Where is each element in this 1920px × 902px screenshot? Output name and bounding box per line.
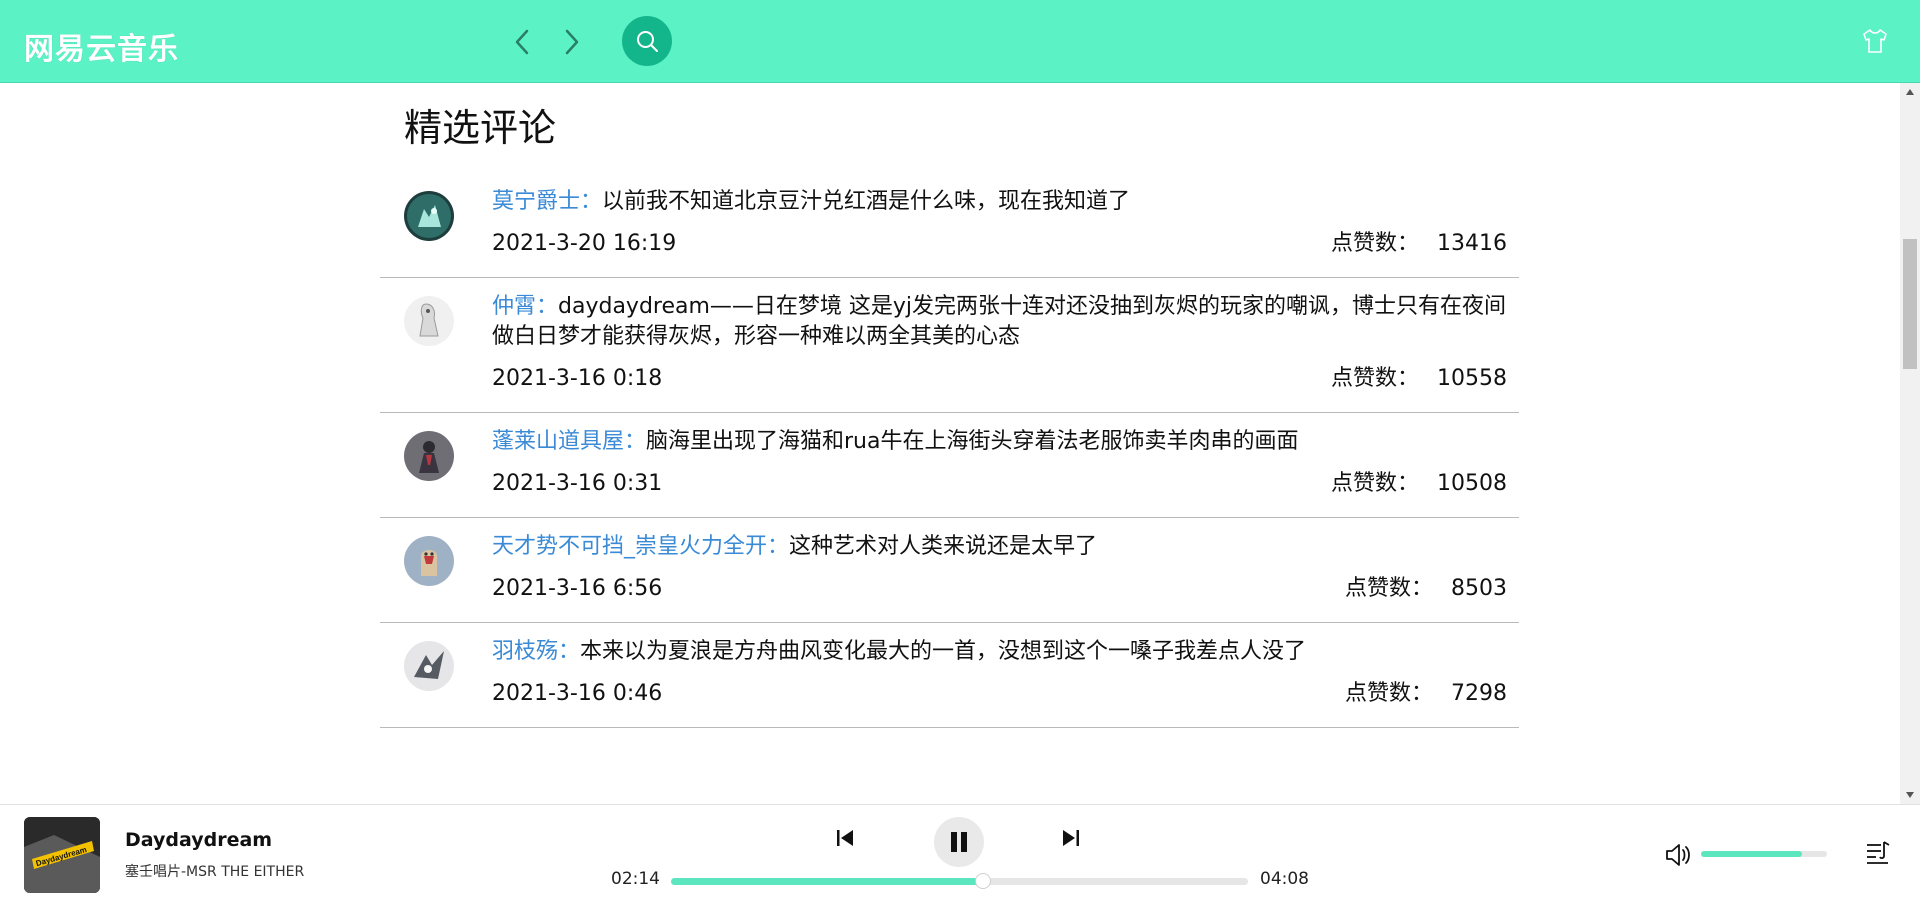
comment-date: 2021-3-16 0:46: [492, 681, 663, 706]
avatar[interactable]: [404, 536, 454, 586]
comment-list: 莫宁爵士：以前我不知道北京豆汁兑红酒是什么味，现在我知道了 2021-3-20 …: [380, 173, 1519, 728]
likes-label: 点赞数：: [1344, 681, 1433, 706]
likes-count: 8503: [1451, 576, 1507, 601]
comment-likes: 点赞数： 10508: [1331, 469, 1507, 499]
comment-text: 仲霄：daydaydream——日在梦境 这是yj发完两张十连对还没抽到灰烬的玩…: [492, 292, 1507, 352]
progress-handle[interactable]: [974, 873, 991, 889]
volume-icon: [1666, 844, 1690, 866]
comment-text: 羽枝殇：本来以为夏浪是方舟曲风变化最大的一首，没想到这个一嗓子我差点人没了: [492, 637, 1507, 667]
chevron-right-icon: [565, 29, 579, 55]
comment-date: 2021-3-16 0:18: [492, 366, 663, 391]
progress-fill: [671, 878, 983, 885]
volume-slider[interactable]: [1701, 851, 1827, 857]
avatar[interactable]: [404, 641, 454, 691]
playlist-button[interactable]: [1864, 839, 1892, 867]
comment-item: 莫宁爵士：以前我不知道北京豆汁兑红酒是什么味，现在我知道了 2021-3-20 …: [380, 173, 1519, 278]
avatar[interactable]: [404, 191, 454, 241]
comment-item: 羽枝殇：本来以为夏浪是方舟曲风变化最大的一首，没想到这个一嗓子我差点人没了 20…: [380, 623, 1519, 728]
comment-meta: 2021-3-16 6:56 点赞数： 8503: [492, 574, 1507, 622]
song-artist: 塞壬唱片-MSR THE EITHER: [125, 864, 305, 880]
comment-content: daydaydream——日在梦境 这是yj发完两张十连对还没抽到灰烬的玩家的嘲…: [492, 294, 1507, 349]
total-time: 04:08: [1260, 869, 1309, 889]
vertical-scrollbar[interactable]: [1900, 83, 1920, 804]
top-header: 网易云音乐: [0, 0, 1920, 83]
comment-user[interactable]: 仲霄：: [492, 294, 558, 319]
comment-item: 仲霄：daydaydream——日在梦境 这是yj发完两张十连对还没抽到灰烬的玩…: [380, 278, 1519, 413]
comment-date: 2021-3-16 6:56: [492, 576, 663, 601]
album-art: Daydaydream: [24, 817, 100, 893]
comment-content: 本来以为夏浪是方舟曲风变化最大的一首，没想到这个一嗓子我差点人没了: [580, 639, 1307, 664]
comment-likes: 点赞数： 13416: [1331, 229, 1507, 259]
likes-count: 7298: [1451, 681, 1507, 706]
comment-user[interactable]: 羽枝殇：: [492, 639, 580, 664]
comment-user[interactable]: 天才势不可挡_崇皇火力全开：: [492, 534, 789, 559]
search-icon: [637, 31, 658, 52]
comment-content: 脑海里出现了海猫和rua牛在上海街头穿着法老服饰卖羊肉串的画面: [646, 429, 1299, 454]
comment-meta: 2021-3-16 0:46 点赞数： 7298: [492, 679, 1507, 727]
player-bar: Daydaydream Daydaydream 塞壬唱片-MSR THE EIT…: [0, 804, 1920, 902]
comment-date: 2021-3-20 16:19: [492, 231, 677, 256]
forward-button[interactable]: [560, 26, 584, 58]
likes-count: 10508: [1437, 471, 1507, 496]
progress-bar[interactable]: [671, 873, 1248, 889]
likes-label: 点赞数：: [1344, 576, 1433, 601]
comment-likes: 点赞数： 8503: [1345, 574, 1507, 604]
comment-likes: 点赞数： 7298: [1345, 679, 1507, 709]
comment-item: 天才势不可挡_崇皇火力全开：这种艺术对人类来说还是太早了 2021-3-16 6…: [380, 518, 1519, 623]
likes-count: 13416: [1437, 231, 1507, 256]
comment-user[interactable]: 莫宁爵士：: [492, 189, 602, 214]
likes-count: 10558: [1437, 366, 1507, 391]
song-title: Daydaydream: [125, 829, 273, 851]
avatar-image: [404, 536, 454, 586]
scroll-up-button[interactable]: [1900, 83, 1920, 101]
comment-meta: 2021-3-16 0:31 点赞数： 10508: [492, 469, 1507, 517]
comment-content: 这种艺术对人类来说还是太早了: [789, 534, 1098, 559]
comment-text: 莫宁爵士：以前我不知道北京豆汁兑红酒是什么味，现在我知道了: [492, 187, 1507, 217]
avatar-image: [404, 191, 454, 241]
scroll-thumb[interactable]: [1903, 239, 1917, 369]
likes-label: 点赞数：: [1330, 231, 1419, 256]
avatar[interactable]: [404, 296, 454, 346]
pause-button[interactable]: [934, 817, 984, 867]
skin-button[interactable]: [1860, 26, 1890, 56]
playlist-icon: [1867, 841, 1890, 864]
likes-label: 点赞数：: [1330, 471, 1419, 496]
back-button[interactable]: [510, 26, 534, 58]
avatar-image: [404, 641, 454, 691]
comment-meta: 2021-3-20 16:19 点赞数： 13416: [492, 229, 1507, 277]
comment-content: 以前我不知道北京豆汁兑红酒是什么味，现在我知道了: [602, 189, 1131, 214]
next-icon: [1063, 830, 1079, 846]
search-button[interactable]: [622, 16, 672, 66]
caret-up-icon: [1906, 89, 1914, 95]
caret-down-icon: [1906, 792, 1914, 798]
main-content: 精选评论 莫宁爵士：以前我不知道北京豆汁兑红酒是什么味，现在我知道了 2021-…: [0, 83, 1920, 804]
current-time: 02:14: [611, 869, 660, 889]
previous-track-button[interactable]: [830, 823, 860, 853]
skin-icon: [1863, 29, 1887, 53]
likes-label: 点赞数：: [1330, 366, 1419, 391]
comment-user[interactable]: 蓬莱山道具屋：: [492, 429, 646, 454]
volume-fill: [1701, 851, 1802, 857]
scroll-down-button[interactable]: [1900, 786, 1920, 804]
avatar-image: [404, 296, 454, 346]
comment-meta: 2021-3-16 0:18 点赞数： 10558: [492, 364, 1507, 412]
comment-text: 天才势不可挡_崇皇火力全开：这种艺术对人类来说还是太早了: [492, 532, 1507, 562]
volume-button[interactable]: [1664, 841, 1694, 869]
prev-icon: [837, 830, 853, 846]
pause-icon: [951, 832, 967, 852]
comment-item: 蓬莱山道具屋：脑海里出现了海猫和rua牛在上海街头穿着法老服饰卖羊肉串的画面 2…: [380, 413, 1519, 518]
page-title: 精选评论: [404, 106, 557, 150]
app-logo[interactable]: 网易云音乐: [24, 24, 179, 68]
comment-date: 2021-3-16 0:31: [492, 471, 663, 496]
comment-text: 蓬莱山道具屋：脑海里出现了海猫和rua牛在上海街头穿着法老服饰卖羊肉串的画面: [492, 427, 1507, 457]
comment-likes: 点赞数： 10558: [1331, 364, 1507, 394]
avatar-image: [404, 431, 454, 481]
album-cover[interactable]: Daydaydream: [24, 817, 100, 893]
avatar[interactable]: [404, 431, 454, 481]
next-track-button[interactable]: [1056, 823, 1086, 853]
chevron-left-icon: [515, 29, 529, 55]
